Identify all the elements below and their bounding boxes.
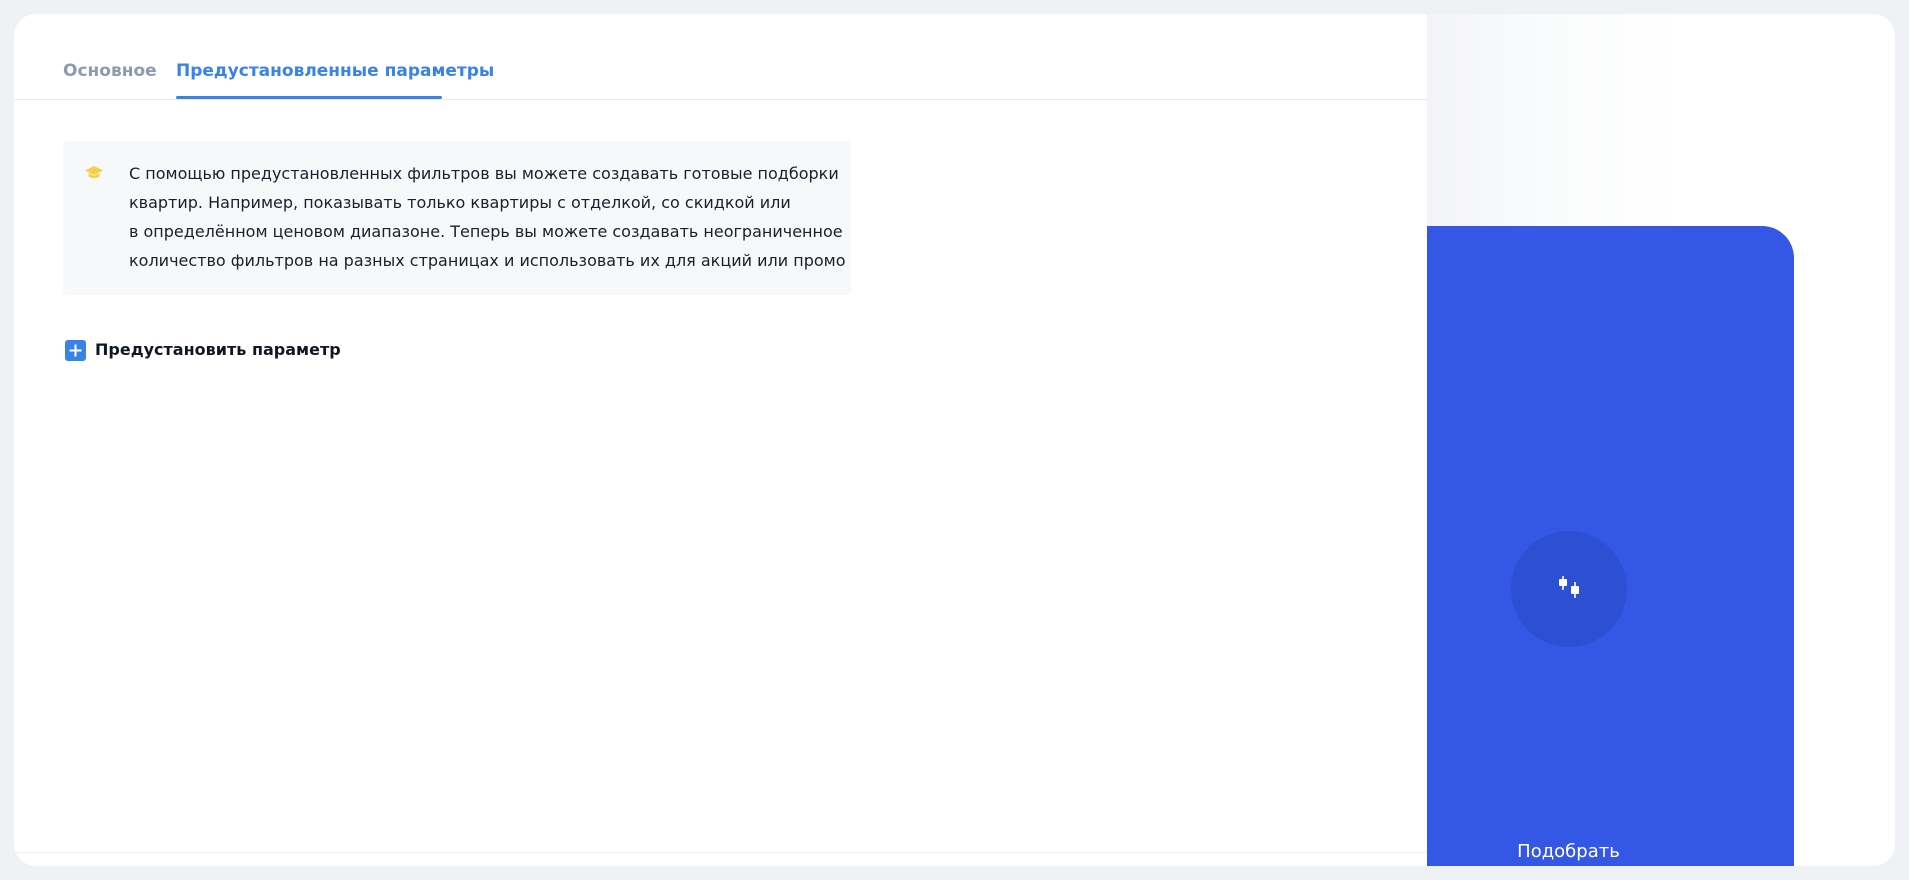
app-frame: Основное Предустановленные параметры С п… (14, 14, 1895, 866)
preview-widget-panel: Подобрать (1427, 226, 1794, 866)
notice-line: в определённом ценовом диапазоне. Теперь… (129, 222, 843, 241)
tab-preset-parameters[interactable]: Предустановленные параметры (176, 59, 494, 83)
tab-bar: Основное Предустановленные параметры (14, 14, 1427, 100)
notice-line: квартир. Например, показывать только ква… (129, 193, 791, 212)
settings-panel: Основное Предустановленные параметры С п… (14, 14, 1427, 866)
graduation-cap-icon (84, 165, 104, 181)
widget-preview: Подобрать (1427, 14, 1895, 866)
filter-button[interactable] (1511, 531, 1627, 647)
notice-line: количество фильтров на разных страницах … (129, 251, 846, 270)
plus-square-icon[interactable] (65, 340, 86, 361)
tab-main[interactable]: Основное (63, 59, 157, 83)
add-preset-parameter-label[interactable]: Предустановить параметр (95, 339, 341, 361)
info-notice: С помощью предустановленных фильтров вы … (63, 141, 851, 295)
divider (14, 852, 1427, 853)
notice-text: С помощью предустановленных фильтров вы … (129, 159, 846, 275)
active-tab-indicator (176, 96, 442, 99)
notice-line: С помощью предустановленных фильтров вы … (129, 164, 839, 183)
pick-button-label[interactable]: Подобрать (1427, 840, 1710, 864)
filter-sliders-icon (1559, 576, 1579, 598)
